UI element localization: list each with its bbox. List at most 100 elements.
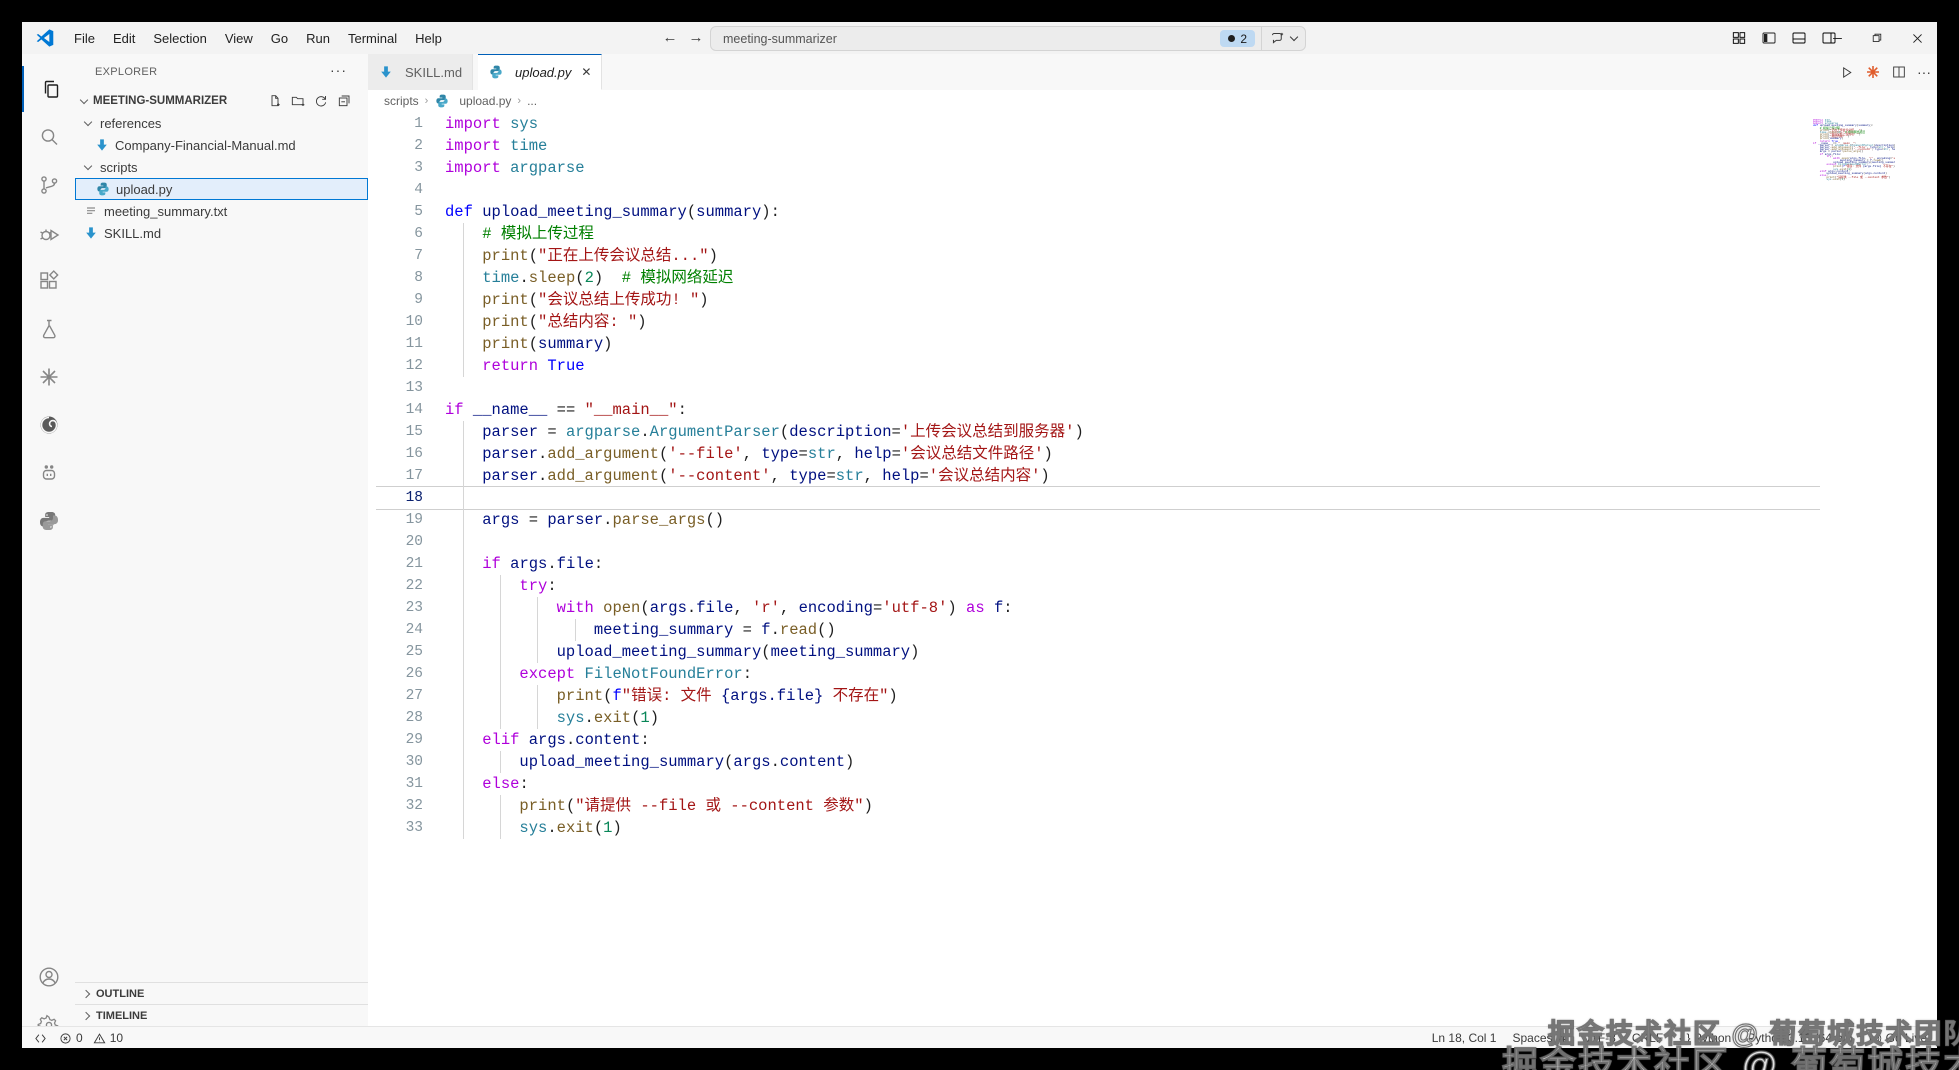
- sidebar-section-outline[interactable]: OUTLINE: [75, 982, 368, 1005]
- code-line[interactable]: # 模拟上传过程: [445, 223, 594, 245]
- refresh-icon[interactable]: [313, 93, 329, 109]
- activity-robot-ai-icon[interactable]: [22, 450, 75, 496]
- new-file-icon[interactable]: [267, 93, 283, 109]
- activity-asterisk-extension-icon[interactable]: [22, 354, 75, 400]
- editor-more-actions-icon[interactable]: ···: [1917, 64, 1931, 80]
- activity-source-control-icon[interactable]: [22, 162, 75, 208]
- activity-python-extension-icon[interactable]: [22, 498, 75, 544]
- close-icon[interactable]: ✕: [581, 65, 591, 79]
- chat-button[interactable]: [1261, 27, 1305, 50]
- menu-run[interactable]: Run: [298, 28, 338, 49]
- indent-guide: [500, 641, 502, 663]
- activity-search-icon[interactable]: [22, 114, 75, 160]
- code-line[interactable]: if args.file:: [445, 553, 603, 575]
- status-item-ln-18-col-1[interactable]: Ln 18, Col 1: [1432, 1031, 1497, 1045]
- code-line[interactable]: with open(args.file, 'r', encoding='utf-…: [445, 597, 1013, 619]
- code-line[interactable]: try:: [445, 575, 557, 597]
- menu-file[interactable]: File: [66, 28, 103, 49]
- indent-guide: [500, 663, 502, 685]
- project-section-header[interactable]: MEETING-SUMMARIZER: [75, 90, 368, 112]
- menu-help[interactable]: Help: [407, 28, 450, 49]
- search-value[interactable]: meeting-summarizer: [711, 32, 1220, 46]
- code-line[interactable]: upload_meeting_summary(meeting_summary): [445, 641, 919, 663]
- toggle-panel-icon[interactable]: [1787, 26, 1811, 50]
- code-line[interactable]: parser = argparse.ArgumentParser(descrip…: [445, 421, 1084, 443]
- play-icon[interactable]: [1838, 64, 1855, 81]
- tab-label: upload.py: [515, 64, 572, 80]
- customize-layout-icon[interactable]: [1727, 26, 1751, 50]
- code-line[interactable]: except FileNotFoundError:: [445, 663, 752, 685]
- activity-extensions-icon[interactable]: [22, 258, 75, 304]
- sidebar-more-actions-icon[interactable]: ···: [330, 62, 347, 78]
- run-ext-icon[interactable]: [1865, 64, 1881, 80]
- code-line[interactable]: print(summary): [445, 333, 612, 355]
- activity-explorer-files-icon[interactable]: [22, 66, 77, 112]
- remote-icon[interactable]: [34, 1032, 47, 1045]
- code-line[interactable]: elif args.content:: [445, 729, 650, 751]
- menu-terminal[interactable]: Terminal: [340, 28, 405, 49]
- code-editor[interactable]: 1 import sys 2 import time 3 import argparse 4…: [368, 112, 1937, 1026]
- breadcrumb-item[interactable]: upload.py: [459, 94, 511, 108]
- minimize-icon[interactable]: [1817, 22, 1857, 54]
- collapse-all-icon[interactable]: [336, 93, 352, 109]
- code-line[interactable]: if __name__ == "__main__":: [445, 399, 687, 421]
- code-line[interactable]: parser.add_argument('--file', type=str, …: [445, 443, 1053, 465]
- tree-item-meeting-summary-txt[interactable]: meeting_summary.txt: [75, 200, 368, 222]
- breadcrumb-item[interactable]: scripts: [384, 94, 419, 108]
- tree-item-references[interactable]: references: [75, 112, 368, 134]
- code-line[interactable]: print("总结内容: "): [445, 311, 647, 333]
- menu-edit[interactable]: Edit: [105, 28, 143, 49]
- breadcrumb[interactable]: scripts › upload.py ›...: [368, 90, 1937, 112]
- code-line[interactable]: import sys: [445, 113, 538, 135]
- problems-indicator[interactable]: 0 10: [59, 1031, 123, 1045]
- nav-forward-icon[interactable]: →: [684, 27, 708, 49]
- restore-icon[interactable]: [1857, 22, 1897, 54]
- new-folder-icon[interactable]: [290, 93, 306, 109]
- code-line[interactable]: time.sleep(2) # 模拟网络延迟: [445, 267, 733, 289]
- tree-item-skill-md[interactable]: SKILL.md: [75, 222, 368, 244]
- tab-skill-md[interactable]: SKILL.md: [368, 54, 474, 90]
- line-number: 4: [414, 182, 423, 198]
- code-line[interactable]: print("请提供 --file 或 --content 参数"): [445, 795, 873, 817]
- error-count: 0: [76, 1031, 83, 1045]
- py-file-icon: [95, 181, 111, 197]
- command-center-search[interactable]: meeting-summarizer 2: [710, 26, 1306, 51]
- extensions-icon: [37, 269, 61, 293]
- toggle-sidebar-left-icon[interactable]: [1757, 26, 1781, 50]
- code-line[interactable]: print("会议总结上传成功! "): [445, 289, 709, 311]
- code-line[interactable]: return True: [445, 355, 585, 377]
- code-line[interactable]: upload_meeting_summary(args.content): [445, 751, 854, 773]
- activity-account-icon[interactable]: [22, 954, 75, 1000]
- minimap[interactable]: import sys import time import argparse def …: [1813, 119, 1895, 193]
- code-line[interactable]: import time: [445, 135, 547, 157]
- notification-badge[interactable]: 2: [1220, 30, 1255, 47]
- tree-item-upload-py[interactable]: upload.py: [75, 178, 368, 200]
- line-number: 13: [405, 380, 423, 396]
- code-line[interactable]: parser.add_argument('--content', type=st…: [445, 465, 1050, 487]
- code-line[interactable]: sys.exit(1): [445, 817, 622, 839]
- code-line[interactable]: print(f"错误: 文件 {args.file} 不存在"): [445, 685, 898, 707]
- code-line[interactable]: print("正在上传会议总结..."): [445, 245, 718, 267]
- menu-selection[interactable]: Selection: [145, 28, 214, 49]
- tree-item-company-financial-manual-md[interactable]: Company-Financial-Manual.md: [75, 134, 368, 156]
- close-icon[interactable]: [1897, 22, 1937, 54]
- tree-item-scripts[interactable]: scripts: [75, 156, 368, 178]
- menu-go[interactable]: Go: [263, 28, 296, 49]
- code-line[interactable]: def upload_meeting_summary(summary):: [445, 201, 780, 223]
- code-line[interactable]: else:: [445, 773, 529, 795]
- activity-run-debug-icon[interactable]: [22, 210, 75, 256]
- indent-guide: [500, 795, 502, 817]
- tab-upload-py[interactable]: upload.py ✕: [478, 54, 603, 90]
- sidebar-section-timeline[interactable]: TIMELINE: [75, 1004, 368, 1027]
- split-editor-icon[interactable]: [1891, 64, 1907, 80]
- activity-swirl-extension-icon[interactable]: [22, 402, 75, 448]
- breadcrumb-item[interactable]: ...: [527, 94, 537, 108]
- code-line[interactable]: sys.exit(1): [445, 707, 659, 729]
- activity-testing-flask-icon[interactable]: [22, 306, 75, 352]
- nav-back-icon[interactable]: ←: [658, 27, 682, 49]
- menu-view[interactable]: View: [217, 28, 261, 49]
- line-number: 32: [405, 798, 423, 814]
- code-line[interactable]: meeting_summary = f.read(): [445, 619, 836, 641]
- code-line[interactable]: args = parser.parse_args(): [445, 509, 724, 531]
- code-line[interactable]: import argparse: [445, 157, 585, 179]
